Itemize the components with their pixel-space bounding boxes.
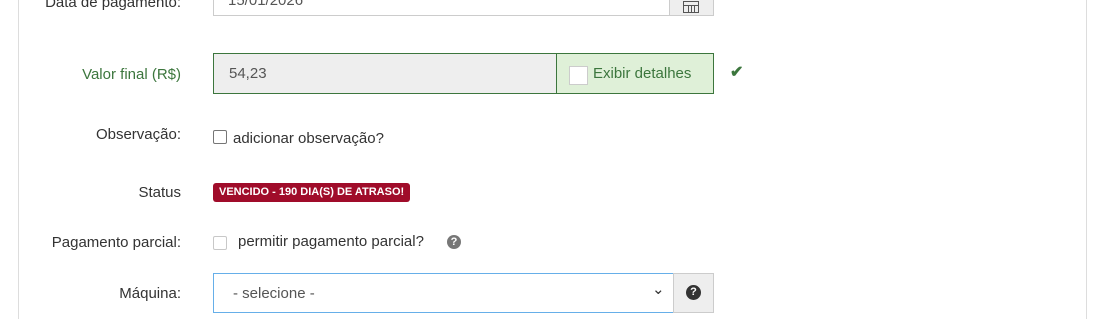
data-pagamento-input[interactable]: 15/01/2026 (213, 0, 669, 16)
pagamento-parcial-checkbox[interactable] (213, 236, 227, 250)
exibir-detalhes-label: Exibir detalhes (593, 65, 692, 82)
maquina-label: Máquina: (119, 285, 181, 302)
observacao-checkbox[interactable] (213, 130, 227, 144)
exibir-detalhes-addon[interactable]: Exibir detalhes (556, 53, 714, 94)
chevron-down-icon[interactable]: ⌄ (652, 280, 665, 298)
maquina-help-button[interactable]: ? (673, 273, 714, 313)
checkmark-icon: ✔ (730, 64, 744, 81)
exibir-detalhes-checkbox[interactable] (569, 66, 588, 85)
valor-final-group: 54,23 Exibir detalhes (213, 53, 714, 94)
observacao-checkbox-label[interactable]: adicionar observação? (233, 130, 384, 147)
question-circle-icon: ? (686, 285, 701, 300)
calendar-button[interactable] (669, 0, 714, 16)
data-pagamento-label: Data de pagamento: (45, 0, 181, 11)
calendar-icon (683, 1, 699, 13)
panel-border-right (1086, 0, 1087, 319)
question-circle-icon[interactable]: ? (447, 235, 461, 249)
observacao-label: Observação: (95, 126, 181, 143)
pagamento-parcial-checkbox-label[interactable]: permitir pagamento parcial? (238, 233, 424, 250)
maquina-select[interactable]: - selecione - (213, 273, 673, 313)
status-badge: VENCIDO - 190 DIA(S) DE ATRASO! (213, 183, 411, 202)
valor-final-label: Valor final (R$) (82, 66, 181, 83)
pagamento-parcial-label: Pagamento parcial: (51, 234, 181, 251)
data-pagamento-group: 15/01/2026 (213, 0, 714, 18)
valor-final-input[interactable]: 54,23 (213, 53, 557, 94)
status-label: Status (138, 184, 181, 201)
panel-border-left (18, 0, 19, 319)
